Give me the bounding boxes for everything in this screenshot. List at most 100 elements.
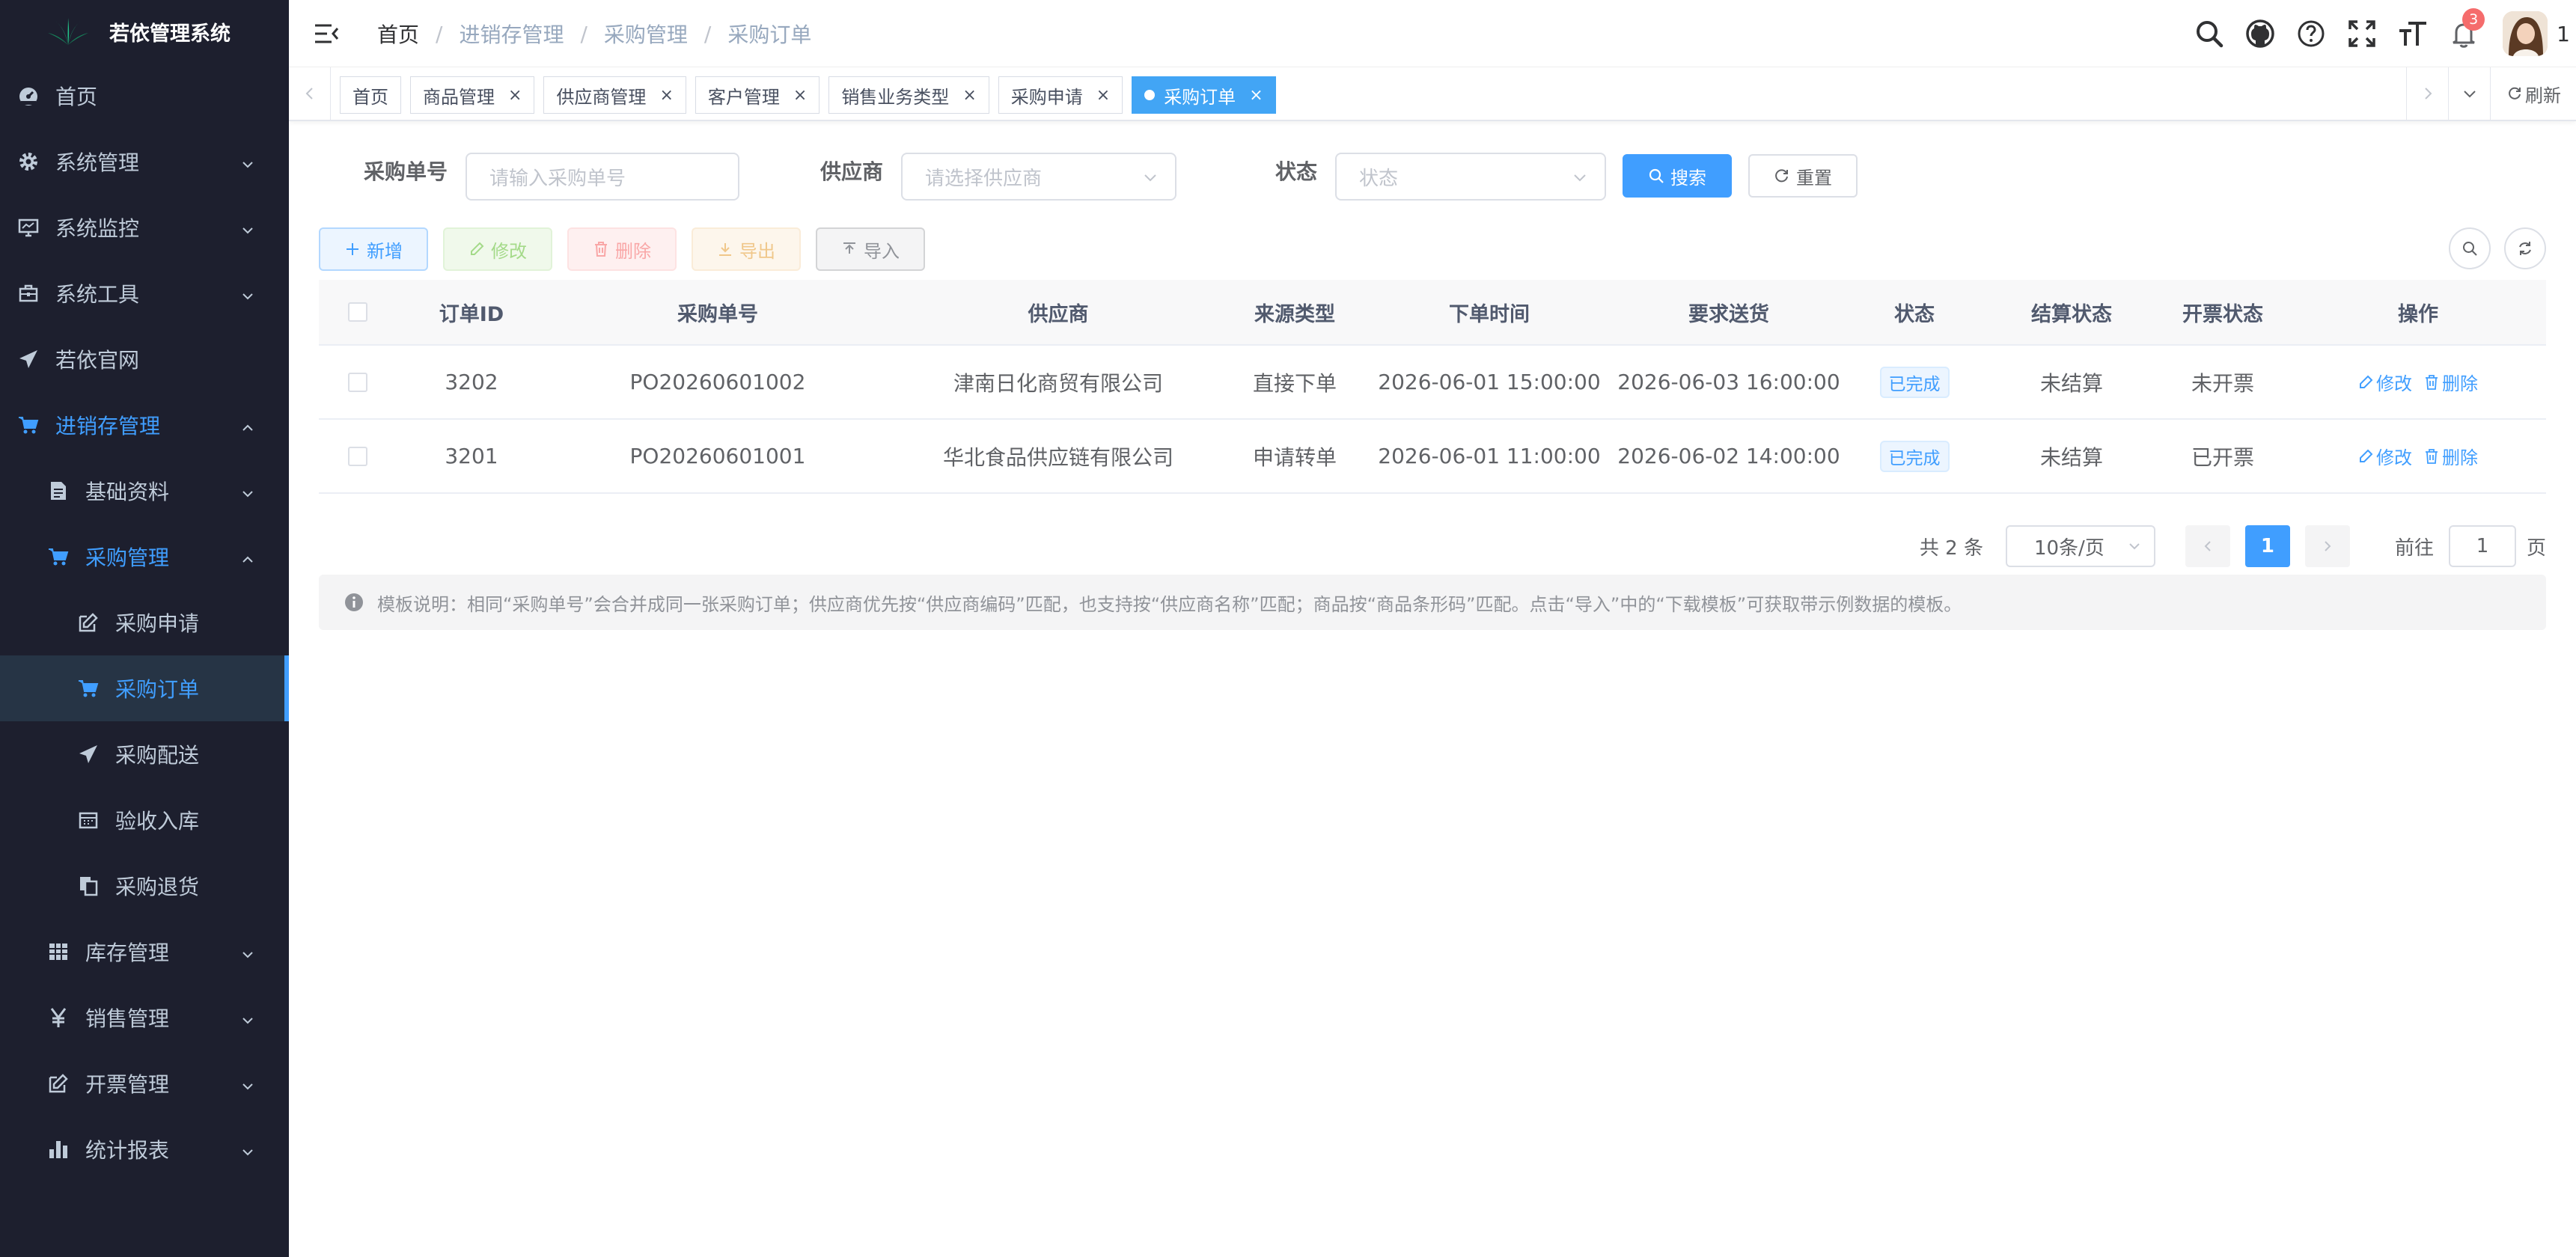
order-no-input[interactable]: 请输入采购单号 [466,153,739,201]
cell-order-no: PO20260601001 [629,444,806,468]
column-header: 采购单号 [677,302,758,326]
search-icon[interactable] [2194,19,2224,49]
sidebar-item-stock[interactable]: 库存管理 [0,919,289,985]
user-name[interactable]: 1 [2557,22,2570,46]
sidebar-item-invoice[interactable]: 开票管理 [0,1050,289,1116]
trash-icon [595,242,607,257]
status-badge: 已完成 [1879,440,1950,472]
refresh-table-button[interactable] [2504,227,2546,269]
add-button[interactable]: 新增 [319,227,428,271]
table-row[interactable]: 3202 PO20260601002 津南日化商贸有限公司 直接下单 2026-… [319,346,2546,420]
sidebar-item-home[interactable]: 首页 [0,63,289,129]
row-edit-link[interactable]: 修改 [2358,369,2412,395]
font-size-icon[interactable] [2398,19,2428,49]
prev-page-button[interactable] [2185,525,2230,567]
import-button[interactable]: 导入 [816,227,925,271]
chevron-down-icon [239,219,256,236]
tag-customer[interactable]: 客户管理 × [695,76,820,114]
sidebar-item-purchase-request[interactable]: 采购申请 [0,590,289,655]
sidebar: 若依管理系统 首页 系统管理 系统监控 系统工具 若依官网 进销存管理 基础资料… [0,0,289,1257]
sidebar-item-system[interactable]: 系统管理 [0,129,289,195]
download-icon [719,243,731,256]
sidebar-item-label: 统计报表 [85,1138,170,1163]
status-select[interactable]: 状态 [1335,153,1606,201]
github-icon[interactable] [2245,19,2275,49]
tags-view: 首页 商品管理 × 供应商管理 × 客户管理 × 销售业务类型 × 采购申请 × 采购订单… [289,67,2576,121]
sidebar-item-label: 系统工具 [55,282,140,307]
tags-scroll-left[interactable] [289,67,331,120]
tags-dropdown[interactable] [2448,67,2490,120]
close-icon[interactable]: × [1249,86,1263,105]
chevron-down-icon [2129,543,2140,550]
logo[interactable]: 若依管理系统 [0,0,289,63]
gear-icon [18,151,39,172]
breadcrumb-item[interactable]: 首页 [377,19,419,49]
close-icon[interactable]: × [1096,86,1110,105]
row-delete-link[interactable]: 删除 [2424,443,2478,469]
select-all-checkbox[interactable] [348,302,367,322]
search-icon [2463,242,2477,256]
close-icon[interactable]: × [659,86,673,105]
page-jump-input[interactable]: 1 [2448,525,2516,567]
sidebar-item-purchase-return[interactable]: 采购退货 [0,853,289,919]
edit-icon [78,612,99,633]
page-number[interactable]: 1 [2244,525,2290,567]
refresh-button[interactable]: 刷新 [2490,67,2576,120]
row-edit-link[interactable]: 修改 [2358,443,2412,469]
cell-settlement: 未结算 [2039,370,2103,396]
tag-supplier[interactable]: 供应商管理 × [543,76,686,114]
bell-icon[interactable]: 3 [2449,8,2485,49]
tag-sales-type[interactable]: 销售业务类型 × [828,76,989,114]
sidebar-item-purchase-delivery[interactable]: 采购配送 [0,721,289,787]
tag-purchase-order[interactable]: 采购订单 × [1132,76,1276,114]
sidebar-item-inventory[interactable]: 进销存管理 [0,392,289,458]
sidebar-item-monitor[interactable]: 系统监控 [0,195,289,260]
sidebar-item-tools[interactable]: 系统工具 [0,260,289,326]
row-checkbox[interactable] [348,446,367,466]
sidebar-item-purchase-order[interactable]: 采购订单 [0,655,289,721]
toggle-search-button[interactable] [2449,227,2491,269]
tag-purchase-request[interactable]: 采购申请 × [998,76,1123,114]
delete-button[interactable]: 删除 [567,227,677,271]
search-button[interactable]: 搜索 [1623,154,1732,198]
tags-scroll-right[interactable] [2406,67,2448,120]
next-page-button[interactable] [2304,525,2350,567]
sidebar-item-reports[interactable]: 统计报表 [0,1116,289,1182]
tag-goods[interactable]: 商品管理 × [410,76,535,114]
row-delete-link[interactable]: 删除 [2424,369,2478,395]
sidebar-item-label: 进销存管理 [55,414,161,438]
close-icon[interactable]: × [793,86,807,105]
edit-button[interactable]: 修改 [443,227,552,271]
info-text: 模板说明：相同“采购单号”会合并成同一张采购订单；供应商优先按“供应商编码”匹配… [377,593,1962,615]
cell-source: 直接下单 [1252,370,1337,396]
page-jumper: 前往 1 页 [2395,525,2546,567]
tag-home[interactable]: 首页 [340,76,401,114]
sidebar-item-receiving[interactable]: 验收入库 [0,787,289,853]
close-icon[interactable]: × [962,86,976,105]
hamburger-icon[interactable] [313,20,340,47]
edit-icon [2360,449,2373,462]
sidebar-item-label: 采购退货 [115,875,200,899]
trash-icon [2426,374,2438,390]
avatar[interactable] [2503,11,2548,56]
fullscreen-icon[interactable] [2347,19,2377,49]
help-icon[interactable] [2296,19,2326,49]
supplier-select[interactable]: 请选择供应商 [901,153,1176,201]
close-icon[interactable]: × [508,86,522,105]
search-form: 采购单号 请输入采购单号 供应商 请选择供应商 状态 状态 搜索 重置 [289,121,2576,233]
sidebar-item-website[interactable]: 若依官网 [0,326,289,392]
column-header: 订单ID [439,302,504,326]
data-table: 订单ID 采购单号 供应商 来源类型 下单时间 要求送货 状态 结算状态 开票状… [319,280,2546,494]
table-row[interactable]: 3201 PO20260601001 华北食品供应链有限公司 申请转单 2026… [319,420,2546,494]
sidebar-item-basic-data[interactable]: 基础资料 [0,458,289,524]
export-button[interactable]: 导出 [692,227,801,271]
table-header: 订单ID 采购单号 供应商 来源类型 下单时间 要求送货 状态 结算状态 开票状… [319,280,2546,346]
reset-button[interactable]: 重置 [1748,154,1858,198]
sidebar-item-sales[interactable]: 销售管理 [0,985,289,1050]
page-size-select[interactable]: 10条/页 [2005,525,2155,567]
chevron-down-icon [239,483,256,499]
sidebar-item-purchase[interactable]: 采购管理 [0,524,289,590]
row-checkbox[interactable] [348,372,367,392]
chevron-up-icon [239,417,256,433]
column-header: 要求送货 [1688,302,1769,326]
